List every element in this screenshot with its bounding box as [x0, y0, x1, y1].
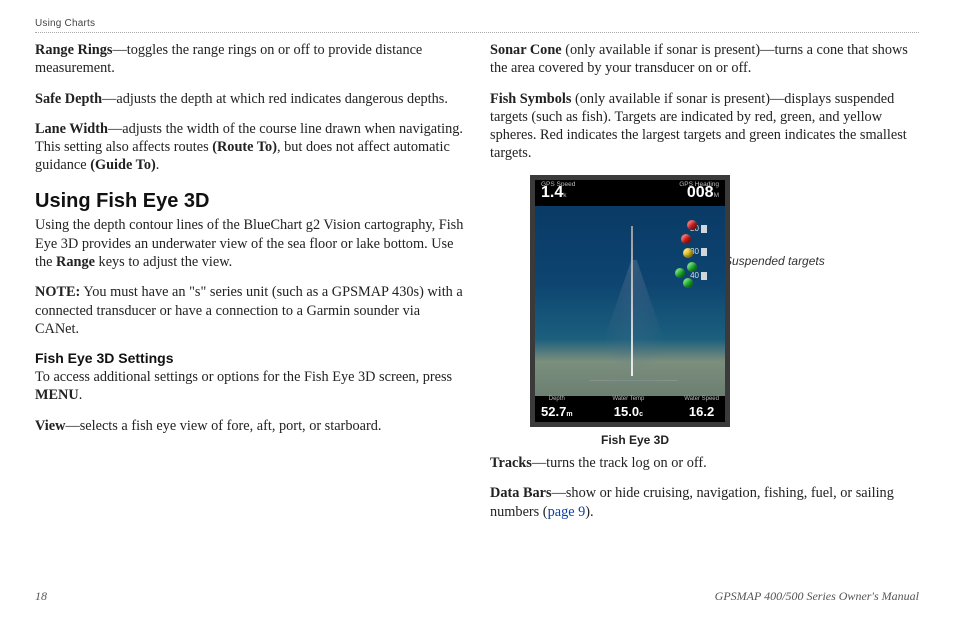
dash: — [112, 42, 126, 58]
note: (only available if sonar is present) [562, 42, 761, 58]
figure-caption: Fish Eye 3D [530, 433, 740, 448]
text: To access additional settings or options… [35, 369, 452, 385]
term: Lane Width [35, 121, 108, 137]
callout-text: Suspended targets [724, 254, 825, 268]
term: Safe Depth [35, 91, 102, 107]
para-note: NOTE: You must have an "s" series unit (… [35, 283, 464, 338]
para-data-bars: Data Bars—show or hide cruising, navigat… [490, 484, 919, 521]
para-range-rings: Range Rings—toggles the range rings on o… [35, 41, 464, 78]
dash: — [552, 485, 566, 501]
para-settings-intro: To access additional settings or options… [35, 368, 464, 405]
depth-label: Depth [541, 396, 573, 404]
manual-page: Using Charts Range Rings—toggles the ran… [0, 0, 954, 618]
note-text: You must have an "s" series unit (such a… [35, 284, 463, 337]
dash: — [102, 91, 116, 107]
text: ). [585, 504, 593, 520]
underwater-view: 20 30 40 [535, 206, 725, 396]
depth-readout: Depth 52.7m [541, 396, 573, 422]
gps-speed-label: GPS Speed [541, 181, 575, 189]
bold-menu: MENU [35, 387, 79, 403]
page-number: 18 [35, 589, 47, 604]
text: keys to adjust the view. [95, 254, 232, 270]
term: Data Bars [490, 485, 552, 501]
ruler-tick: 40 [690, 272, 707, 280]
depth-value: 52.7 [541, 404, 566, 419]
bold-route-to: (Route To) [212, 139, 277, 155]
manual-title: GPSMAP 400/500 Series Owner's Manual [715, 589, 919, 604]
para-fish-symbols: Fish Symbols (only available if sonar is… [490, 90, 919, 163]
callout: Suspended targets [740, 254, 825, 268]
sonar-cone-icon [590, 260, 678, 381]
water-speed-readout: Water Speed 16.2 [684, 396, 719, 422]
fish-target-red [687, 220, 697, 230]
para-view: View—selects a fish eye view of fore, af… [35, 417, 464, 435]
heading-fish-eye-settings: Fish Eye 3D Settings [35, 350, 464, 368]
figure-wrap: GPS Speed 1.4k GPS Heading 008M 20 [530, 175, 919, 427]
para-lane-width: Lane Width—adjusts the width of the cour… [35, 120, 464, 175]
term: Sonar Cone [490, 42, 562, 58]
text: . [79, 387, 83, 403]
water-temp-unit: c [639, 411, 643, 418]
bold-guide-to: (Guide To) [90, 157, 156, 173]
gps-heading-readout: GPS Heading 008M [687, 183, 719, 203]
fish-eye-3d-screenshot: GPS Speed 1.4k GPS Heading 008M 20 [530, 175, 730, 427]
heading-fish-eye-3d: Using Fish Eye 3D [35, 189, 464, 215]
text: adjusts the depth at which red indicates… [116, 91, 448, 107]
gps-speed-readout: GPS Speed 1.4k [541, 183, 567, 203]
note-label: NOTE: [35, 284, 80, 300]
para-tracks: Tracks—turns the track log on or off. [490, 454, 919, 472]
fish-target-green [683, 278, 693, 288]
left-column: Range Rings—toggles the range rings on o… [35, 41, 464, 533]
page-footer: 18 GPSMAP 400/500 Series Owner's Manual [35, 589, 919, 604]
water-temp-value: 15.0 [614, 404, 639, 419]
water-speed-value: 16.2 [689, 404, 714, 419]
dash: — [65, 418, 79, 434]
dash: — [760, 42, 774, 58]
figure-caption-wrap: Fish Eye 3D [530, 433, 740, 448]
term: Range Rings [35, 42, 112, 58]
term: Fish Symbols [490, 91, 571, 107]
depth-unit: m [566, 411, 572, 418]
section-header: Using Charts [35, 18, 919, 33]
text: . [156, 157, 160, 173]
fig-bottombar: Depth 52.7m Water Temp 15.0c Water Speed… [535, 396, 725, 422]
text: selects a fish eye view of fore, aft, po… [80, 418, 382, 434]
fish-target-yellow [683, 248, 693, 258]
dash: — [770, 91, 784, 107]
fish-target-green [687, 262, 697, 272]
gps-speed-unit: k [563, 192, 566, 199]
depth-pole [631, 226, 633, 376]
para-safe-depth: Safe Depth—adjusts the depth at which re… [35, 90, 464, 108]
right-column: Sonar Cone (only available if sonar is p… [490, 41, 919, 533]
water-speed-label: Water Speed [684, 396, 719, 404]
fish-target-green [675, 268, 685, 278]
term: View [35, 418, 65, 434]
content-columns: Range Rings—toggles the range rings on o… [35, 41, 919, 533]
text: turns the track log on or off. [546, 455, 707, 471]
para-fish-eye-intro: Using the depth contour lines of the Blu… [35, 216, 464, 271]
gps-heading-unit: M [714, 192, 719, 199]
fish-target-red [681, 234, 691, 244]
dash: — [532, 455, 546, 471]
para-sonar-cone: Sonar Cone (only available if sonar is p… [490, 41, 919, 78]
gps-heading-label: GPS Heading [679, 181, 719, 189]
dash: — [108, 121, 122, 137]
note: (only available if sonar is present) [571, 91, 770, 107]
water-temp-readout: Water Temp 15.0c [612, 396, 644, 422]
water-temp-label: Water Temp [612, 396, 644, 404]
fig-topbar: GPS Speed 1.4k GPS Heading 008M [535, 180, 725, 206]
page-link[interactable]: page 9 [548, 504, 586, 520]
term: Tracks [490, 455, 532, 471]
bold-range: Range [56, 254, 95, 270]
